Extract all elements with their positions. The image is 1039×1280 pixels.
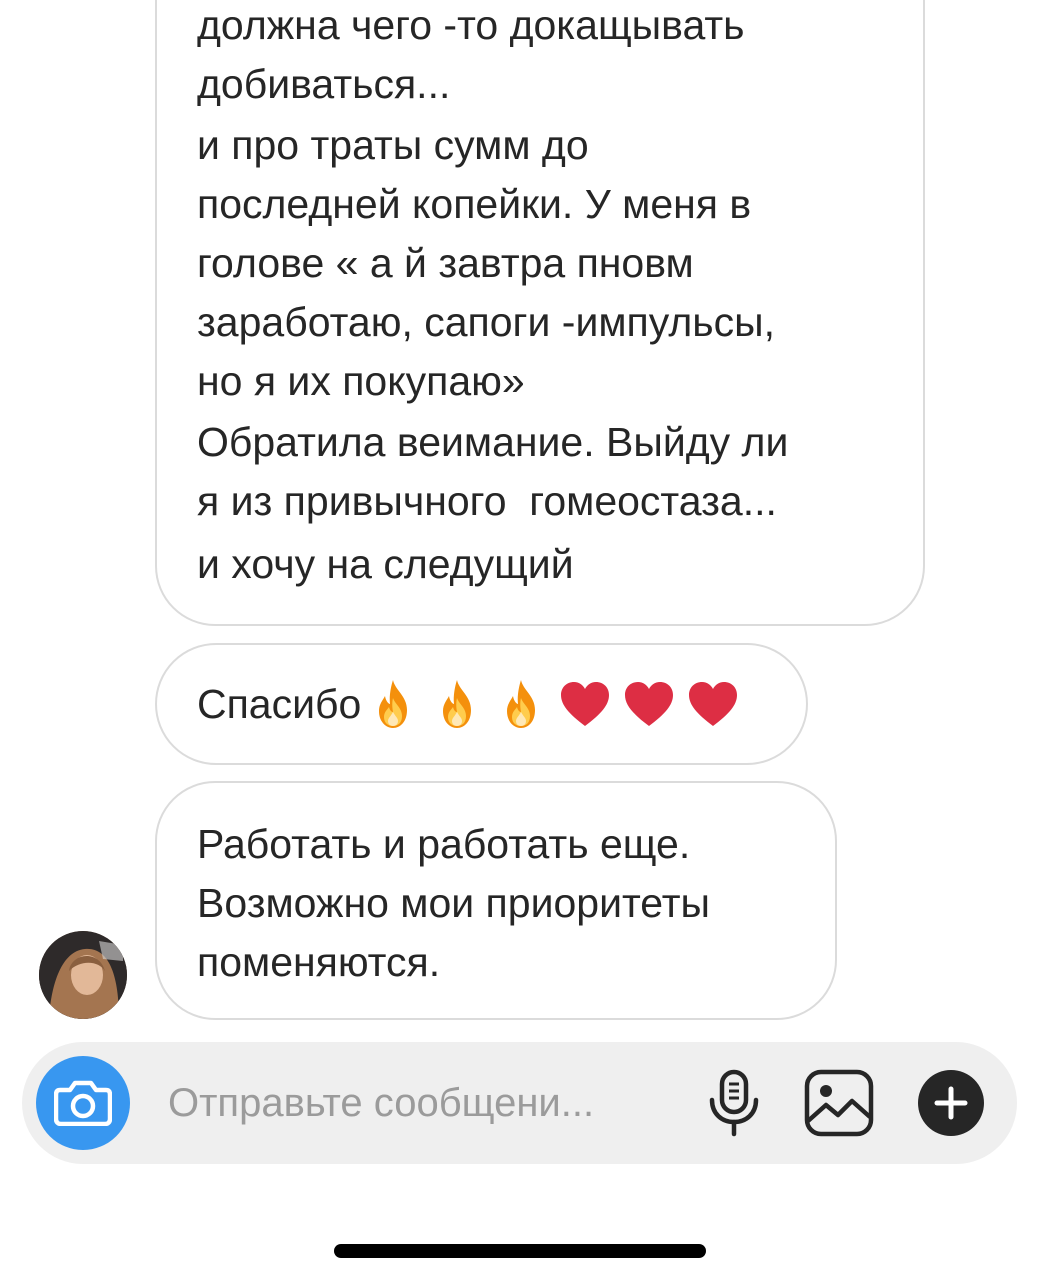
fire-emoji-icon	[507, 680, 536, 728]
red-heart-emoji-icon	[689, 682, 738, 726]
message-input[interactable]: Отправьте сообщени...	[168, 1078, 594, 1128]
message-composer: Отправьте сообщени...	[22, 1042, 1017, 1164]
message-bubble[interactable]: должна чего -то докащывать добиваться...…	[155, 0, 925, 626]
red-heart-emoji-icon	[625, 682, 674, 726]
message-bubble[interactable]: Работать и работать еще. Возможно мои пр…	[155, 781, 837, 1020]
microphone-icon[interactable]	[706, 1068, 762, 1138]
avatar[interactable]	[39, 931, 127, 1019]
red-heart-emoji-icon	[561, 682, 610, 726]
message-text: Работать и работать еще. Возможно мои пр…	[197, 821, 710, 985]
message-text: Спасибо	[197, 680, 362, 727]
chat-screen: должна чего -то докащывать добиваться...…	[0, 0, 1039, 1280]
camera-icon	[54, 1080, 112, 1126]
avatar-photo-icon	[39, 931, 127, 1019]
camera-button[interactable]	[36, 1056, 130, 1150]
more-options-button[interactable]	[918, 1070, 984, 1136]
message-bubble[interactable]: Спасибо	[155, 643, 808, 765]
gallery-icon[interactable]	[804, 1069, 874, 1137]
fire-emoji-icon	[379, 680, 408, 728]
home-indicator[interactable]	[334, 1244, 706, 1258]
message-paragraph: и хочу на следущий	[197, 541, 574, 587]
message-paragraph: должна чего -то докащывать добиваться...	[197, 2, 745, 107]
message-paragraph: Обратила веимание. Выйду ли я из привычн…	[197, 419, 789, 524]
message-paragraph: и про траты сумм до последней копейки. У…	[197, 122, 775, 404]
emoji-row	[365, 676, 741, 732]
fire-emoji-icon	[443, 680, 472, 728]
plus-icon	[934, 1086, 968, 1120]
